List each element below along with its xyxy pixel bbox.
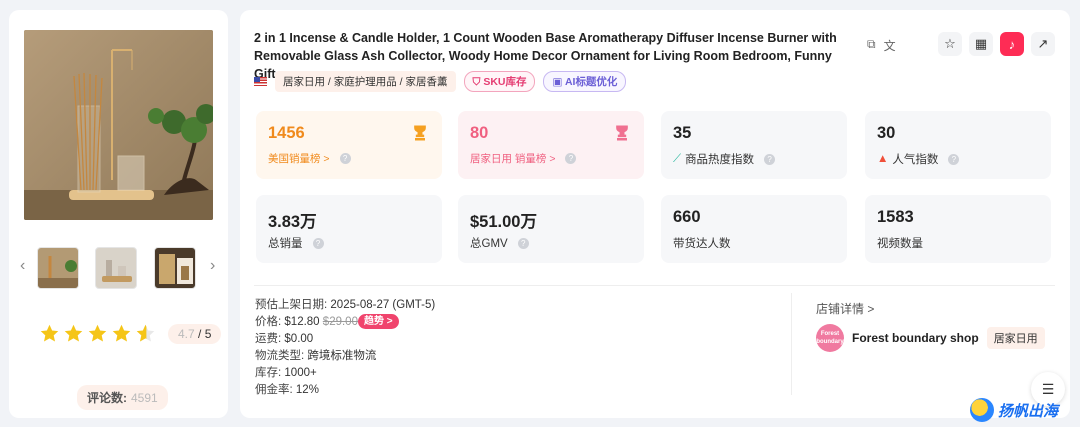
stat-total-sales: 3.83万 总销量?: [256, 195, 442, 263]
commission-row: 佣金率: 12%: [255, 384, 319, 396]
stat-creators: 660 带货达人数: [661, 195, 847, 263]
stat-popularity-index: 30 ▲ 人气指数?: [865, 111, 1051, 179]
shop-category-tag: 居家日用: [986, 327, 1045, 349]
ai-icon: ▣: [552, 76, 565, 88]
tiktok-button[interactable]: ♪: [1000, 32, 1024, 56]
help-icon[interactable]: ?: [339, 153, 351, 164]
help-icon[interactable]: ?: [312, 237, 324, 249]
external-link-icon: ↗: [1037, 36, 1049, 51]
tiktok-icon: ♪: [1008, 36, 1016, 52]
star-icon: [88, 324, 107, 342]
review-count: 4591: [131, 391, 158, 405]
sail-logo-icon: [970, 398, 994, 422]
product-info-card: 2 in 1 Incense & Candle Holder, 1 Count …: [240, 10, 1070, 418]
half-star-icon: [136, 324, 155, 342]
watermark-logo: 扬帆出海: [970, 398, 1058, 422]
stat-videos: 1583 视频数量: [865, 195, 1051, 263]
thumbnail-1[interactable]: [37, 247, 79, 289]
document-icon: ☰: [1041, 380, 1055, 397]
category-path[interactable]: 居家日用 / 家庭护理用品 / 家居香薰: [275, 71, 456, 92]
original-price: $29.00: [322, 316, 358, 328]
stat-label: 视频数量: [877, 238, 923, 250]
thumbnail-3[interactable]: [154, 247, 196, 289]
ai-title-button[interactable]: ▣ AI标题优化: [543, 71, 627, 92]
help-icon[interactable]: ?: [948, 153, 960, 165]
open-external-button[interactable]: ↗: [1031, 32, 1055, 56]
stat-us-rank[interactable]: 1456 美国销量榜 >?: [256, 111, 442, 179]
chevron-right-icon[interactable]: ›: [210, 257, 215, 275]
stat-label: 总GMV?: [470, 235, 529, 251]
thumbnail-2[interactable]: [95, 247, 137, 289]
thumbnail-strip: ‹ ›: [20, 247, 215, 289]
trophy-icon: [616, 125, 628, 141]
stat-label: 美国销量榜 >?: [268, 151, 351, 166]
fire-icon: ▲: [877, 153, 889, 165]
rating-stars: [39, 323, 156, 344]
qr-code-button[interactable]: ▦: [969, 32, 993, 56]
action-buttons: ☆ ▦ ♪ ↗: [938, 32, 1055, 56]
price-trend-button[interactable]: 趋势 >: [357, 314, 399, 329]
rating-value-badge: 4.7 / 5: [168, 323, 222, 344]
stat-value: 30: [877, 124, 896, 142]
stat-value: 1456: [268, 124, 305, 142]
star-icon: [64, 324, 83, 342]
stat-label: ⟋ 商品热度指数?: [673, 151, 776, 167]
stat-heat-index: 35 ⟋ 商品热度指数?: [661, 111, 847, 179]
divider: [254, 285, 1055, 286]
stat-label: ▲ 人气指数?: [877, 151, 960, 167]
stat-category-rank[interactable]: 80 居家日用 销量榜 >?: [458, 111, 644, 179]
sku-stock-label: SKU库存: [483, 76, 527, 88]
divider: [791, 293, 792, 395]
watermark-text: 扬帆出海: [998, 402, 1059, 420]
help-icon[interactable]: ?: [764, 153, 776, 165]
stat-value: 1583: [877, 208, 914, 226]
stat-value: 80: [470, 124, 489, 142]
help-icon[interactable]: ?: [565, 153, 577, 164]
product-gallery-card: ‹ › 4.7 / 5 评论数: 4591: [9, 10, 228, 418]
stat-value: 35: [673, 124, 692, 142]
qr-code-icon: ▦: [974, 36, 988, 51]
shop-details-link[interactable]: 店铺详情 >: [816, 300, 874, 317]
copy-icon[interactable]: ⧉: [867, 37, 876, 54]
trophy-icon: [414, 125, 426, 141]
stat-total-gmv: $51.00万 总GMV?: [458, 195, 644, 263]
product-details: 预估上架日期: 2025-08-27 (GMT-5) 价格: $12.80 $2…: [255, 297, 435, 399]
ai-title-label: AI标题优化: [564, 76, 618, 88]
help-icon[interactable]: ?: [517, 237, 529, 249]
rating-total: / 5: [198, 326, 212, 341]
chevron-left-icon[interactable]: ‹: [20, 257, 25, 275]
tag-icon: ⛉: [472, 76, 484, 88]
rating-value: 4.7: [178, 326, 195, 341]
star-icon: [112, 324, 131, 342]
stat-value: $51.00万: [470, 213, 537, 231]
shop-info[interactable]: Forest boundary Forest boundary shop 居家日…: [816, 324, 1045, 352]
price-row: 价格: $12.80 $29.00 趋势 >: [255, 314, 435, 331]
stat-label: 总销量?: [268, 235, 324, 251]
title-tools: ⧉ 文: [867, 37, 896, 54]
logistics-row: 物流类型: 跨境标准物流: [255, 350, 377, 362]
us-flag-icon: [254, 77, 267, 86]
star-outline-icon: ☆: [944, 36, 956, 51]
shop-avatar: Forest boundary: [816, 324, 844, 352]
trend-line-icon: ⟋: [673, 152, 682, 165]
stat-value: 660: [673, 208, 701, 226]
translate-icon[interactable]: 文: [884, 37, 896, 54]
sku-stock-button[interactable]: ⛉ SKU库存: [463, 71, 536, 92]
rating-row: 4.7 / 5: [39, 323, 222, 344]
stat-value: 3.83万: [268, 213, 317, 231]
product-main-image[interactable]: [24, 30, 213, 220]
stat-label: 带货达人数: [673, 238, 731, 250]
stat-label: 居家日用 销量榜 >?: [470, 151, 577, 166]
launch-date-row: 预估上架日期: 2025-08-27 (GMT-5): [255, 299, 436, 311]
review-count-badge: 评论数: 4591: [77, 385, 168, 410]
stock-row: 库存: 1000+: [255, 367, 317, 379]
shipping-row: 运费: $0.00: [255, 333, 314, 345]
tag-row: 居家日用 / 家庭护理用品 / 家居香薰 ⛉ SKU库存 ▣ AI标题优化: [254, 71, 627, 92]
favorite-star-button[interactable]: ☆: [938, 32, 962, 56]
shop-name: Forest boundary shop: [852, 331, 979, 345]
star-icon: [40, 324, 59, 342]
review-label: 评论数:: [87, 391, 127, 405]
